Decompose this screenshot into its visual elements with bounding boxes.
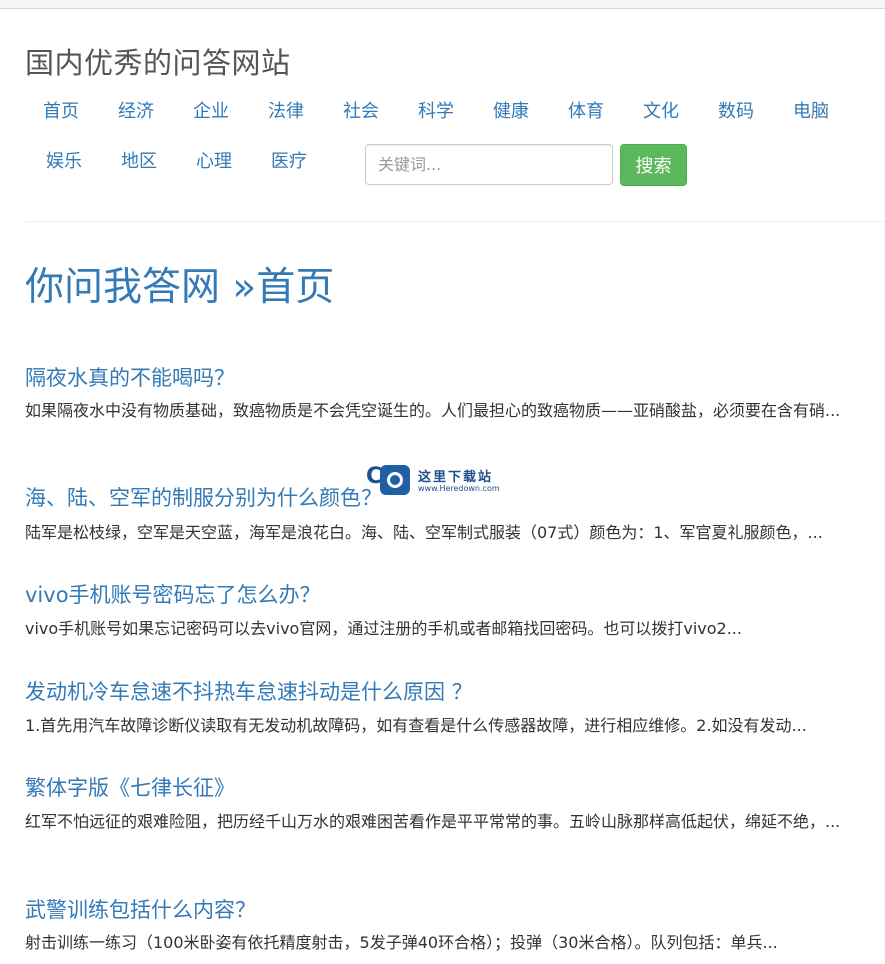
question-summary: 红军不怕远征的艰难险阻，把历经千山万水的艰难困苦看作是平平常常的事。五岭山脉那样… [25, 812, 841, 831]
breadcrumb-site-link[interactable]: 你问我答网 [25, 265, 220, 310]
heredown-logo-icon [380, 465, 410, 495]
question-summary: 陆军是松枝绿，空军是天空蓝，海军是浪花白。海、陆、空军制式服装（07式）颜色为：… [25, 523, 823, 542]
watermark-text-en: www.Heredown.com [418, 484, 500, 493]
breadcrumb-separator: » [232, 265, 257, 310]
browser-top-strip [0, 0, 885, 9]
nav-item-digital[interactable]: 数码 [718, 97, 754, 123]
nav-item-science[interactable]: 科学 [418, 97, 454, 123]
nav-item-economy[interactable]: 经济 [118, 97, 154, 123]
header-divider [25, 221, 885, 222]
question-title[interactable]: 隔夜水真的不能喝吗？ [25, 362, 235, 392]
nav-item-home[interactable]: 首页 [43, 97, 79, 123]
watermark-text-cn: 这里下载站 [418, 470, 494, 485]
breadcrumb-current: 首页 [256, 265, 335, 310]
page-heading: 你问我答网 »首页 [25, 256, 334, 312]
search-input[interactable] [365, 144, 613, 185]
search-button[interactable]: 搜索 [620, 144, 687, 186]
nav-item-culture[interactable]: 文化 [643, 97, 679, 123]
nav-item-law[interactable]: 法律 [268, 97, 304, 123]
nav-item-enterprise[interactable]: 企业 [193, 97, 229, 123]
question-summary: 如果隔夜水中没有物质基础，致癌物质是不会凭空诞生的。人们最担心的致癌物质——亚硝… [25, 401, 841, 420]
nav-item-region[interactable]: 地区 [121, 147, 157, 173]
nav-item-entertainment[interactable]: 娱乐 [46, 147, 82, 173]
question-title[interactable]: 武警训练包括什么内容？ [25, 894, 256, 924]
nav-item-computer[interactable]: 电脑 [793, 97, 829, 123]
watermark-logo: C 这里下载站 www.Heredown.com [366, 464, 512, 500]
nav-item-medical[interactable]: 医疗 [271, 147, 307, 173]
question-title[interactable]: 发动机冷车怠速不抖热车怠速抖动是什么原因 ？ [25, 676, 473, 706]
question-title[interactable]: vivo手机账号密码忘了怎么办？ [25, 579, 321, 609]
site-title: 国内优秀的问答网站 [25, 46, 291, 80]
nav-item-sports[interactable]: 体育 [568, 97, 604, 123]
nav-item-society[interactable]: 社会 [343, 97, 379, 123]
question-title[interactable]: 海、陆、空军的制服分别为什么颜色？ [25, 482, 382, 512]
nav-item-health[interactable]: 健康 [493, 97, 529, 123]
nav-item-psychology[interactable]: 心理 [196, 147, 232, 173]
question-summary: vivo手机账号如果忘记密码可以去vivo官网，通过注册的手机或者邮箱找回密码。… [25, 619, 742, 638]
question-summary: 1.首先用汽车故障诊断仪读取有无发动机故障码，如有查看是什么传感器故障，进行相应… [25, 716, 807, 735]
question-summary: 射击训练一练习（100米卧姿有依托精度射击，5发子弹40环合格）；投弹（30米合… [25, 933, 778, 952]
question-title[interactable]: 繁体字版《七律长征》 [25, 772, 235, 802]
